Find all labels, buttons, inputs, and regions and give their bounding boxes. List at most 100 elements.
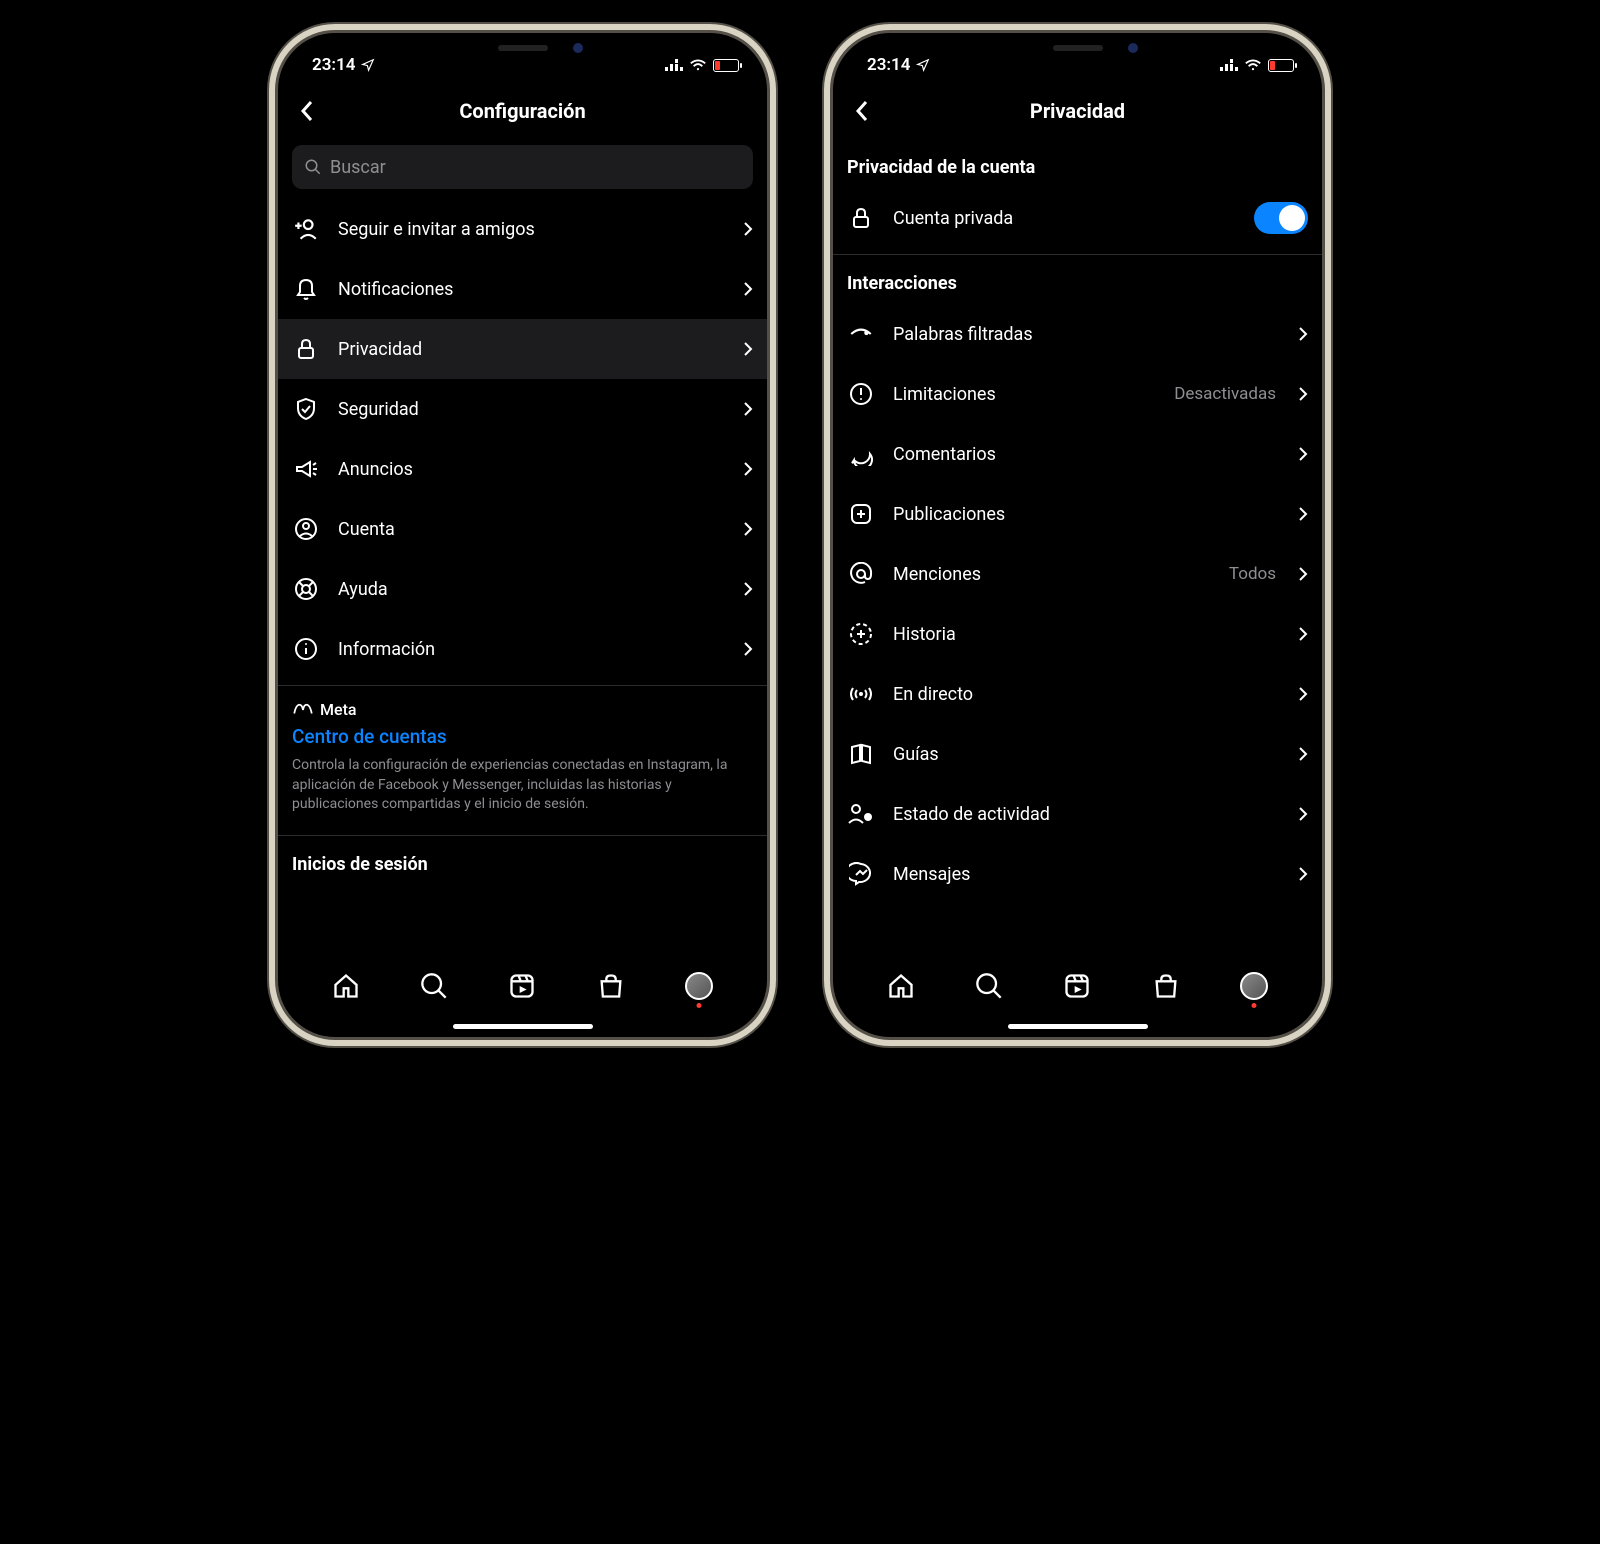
story-icon (847, 622, 875, 646)
row-limits[interactable]: Limitaciones Desactivadas (847, 364, 1308, 424)
row-label: Anuncios (338, 459, 725, 480)
row-label: Cuenta (338, 519, 725, 540)
reels-icon (508, 972, 536, 1000)
row-follow-invite[interactable]: Seguir e invitar a amigos (292, 199, 753, 259)
row-security[interactable]: Seguridad (292, 379, 753, 439)
tab-reels[interactable] (1061, 972, 1093, 1000)
lifebuoy-icon (292, 577, 320, 601)
signal-icon (1220, 59, 1238, 71)
row-about[interactable]: Información (292, 619, 753, 679)
home-indicator[interactable] (1008, 1024, 1148, 1029)
row-label: Notificaciones (338, 279, 725, 300)
row-help[interactable]: Ayuda (292, 559, 753, 619)
row-guides[interactable]: Guías (847, 724, 1308, 784)
shield-check-icon (292, 397, 320, 421)
privacy-content: Privacidad de la cuenta Cuenta privada I… (833, 139, 1322, 957)
page-title: Configuración (278, 99, 767, 123)
wifi-icon (1244, 59, 1262, 72)
meta-icon (292, 703, 314, 717)
tab-search[interactable] (973, 972, 1005, 1000)
notification-dot (1251, 1003, 1256, 1008)
comment-icon (847, 442, 875, 466)
row-ads[interactable]: Anuncios (292, 439, 753, 499)
private-account-toggle[interactable] (1254, 202, 1308, 234)
row-posts[interactable]: Publicaciones (847, 484, 1308, 544)
phone-settings: 23:14 Configuración Buscar Seguir e invi… (275, 30, 770, 1040)
tab-home[interactable] (885, 972, 917, 1000)
notch (988, 33, 1168, 63)
row-activity-status[interactable]: Estado de actividad (847, 784, 1308, 844)
tab-search[interactable] (418, 972, 450, 1000)
search-icon (304, 158, 322, 176)
lock-icon (292, 337, 320, 361)
chevron-right-icon (743, 641, 753, 657)
home-indicator[interactable] (453, 1024, 593, 1029)
row-hidden-words[interactable]: Palabras filtradas (847, 304, 1308, 364)
bell-icon (292, 277, 320, 301)
row-label: Seguir e invitar a amigos (338, 219, 725, 240)
back-button[interactable] (292, 96, 322, 126)
chevron-left-icon (300, 100, 314, 122)
row-mentions[interactable]: Menciones Todos (847, 544, 1308, 604)
chevron-right-icon (1298, 566, 1308, 582)
meta-brand: Meta (292, 686, 753, 725)
search-input[interactable]: Buscar (292, 145, 753, 189)
chevron-right-icon (1298, 506, 1308, 522)
avatar (685, 972, 713, 1000)
accounts-center-link[interactable]: Centro de cuentas (292, 725, 753, 756)
row-label: En directo (893, 684, 1280, 705)
reels-icon (1063, 972, 1091, 1000)
row-label: Guías (893, 744, 1280, 765)
battery-icon (713, 59, 739, 72)
search-placeholder: Buscar (330, 157, 386, 178)
row-value: Desactivadas (1174, 384, 1276, 404)
row-notifications[interactable]: Notificaciones (292, 259, 753, 319)
chevron-right-icon (1298, 806, 1308, 822)
tab-bar (833, 957, 1322, 1037)
header: Privacidad (833, 83, 1322, 139)
info-icon (292, 637, 320, 661)
tab-profile[interactable] (683, 972, 715, 1000)
status-time: 23:14 (312, 55, 355, 75)
megaphone-icon (292, 457, 320, 481)
section-interactions: Interacciones (847, 255, 1308, 304)
row-messages[interactable]: Mensajes (847, 844, 1308, 904)
home-icon (887, 972, 915, 1000)
hidden-words-icon (847, 321, 875, 347)
phone-privacy: 23:14 Privacidad Privacidad de la cuenta… (830, 30, 1325, 1040)
row-label: Historia (893, 624, 1280, 645)
tab-shop[interactable] (595, 972, 627, 1000)
shop-icon (597, 972, 625, 1000)
battery-icon (1268, 59, 1294, 72)
user-circle-icon (292, 517, 320, 541)
row-label: Limitaciones (893, 384, 1156, 405)
tab-home[interactable] (330, 972, 362, 1000)
chevron-right-icon (743, 401, 753, 417)
chevron-right-icon (1298, 446, 1308, 462)
row-comments[interactable]: Comentarios (847, 424, 1308, 484)
avatar (1240, 972, 1268, 1000)
shop-icon (1152, 972, 1180, 1000)
page-title: Privacidad (833, 99, 1322, 123)
chevron-right-icon (1298, 326, 1308, 342)
at-icon (847, 562, 875, 586)
chevron-right-icon (1298, 686, 1308, 702)
tab-shop[interactable] (1150, 972, 1182, 1000)
row-story[interactable]: Historia (847, 604, 1308, 664)
tab-profile[interactable] (1238, 972, 1270, 1000)
row-account[interactable]: Cuenta (292, 499, 753, 559)
section-account-privacy: Privacidad de la cuenta (847, 139, 1308, 188)
chevron-right-icon (743, 341, 753, 357)
accounts-center-desc: Controla la configuración de experiencia… (292, 756, 753, 829)
search-icon (975, 972, 1003, 1000)
row-live[interactable]: En directo (847, 664, 1308, 724)
tab-bar (278, 957, 767, 1037)
chevron-right-icon (743, 581, 753, 597)
back-button[interactable] (847, 96, 877, 126)
row-private-account: Cuenta privada (847, 188, 1308, 248)
status-time: 23:14 (867, 55, 910, 75)
row-privacy[interactable]: Privacidad (278, 319, 767, 379)
chevron-right-icon (743, 281, 753, 297)
signal-icon (665, 59, 683, 71)
tab-reels[interactable] (506, 972, 538, 1000)
